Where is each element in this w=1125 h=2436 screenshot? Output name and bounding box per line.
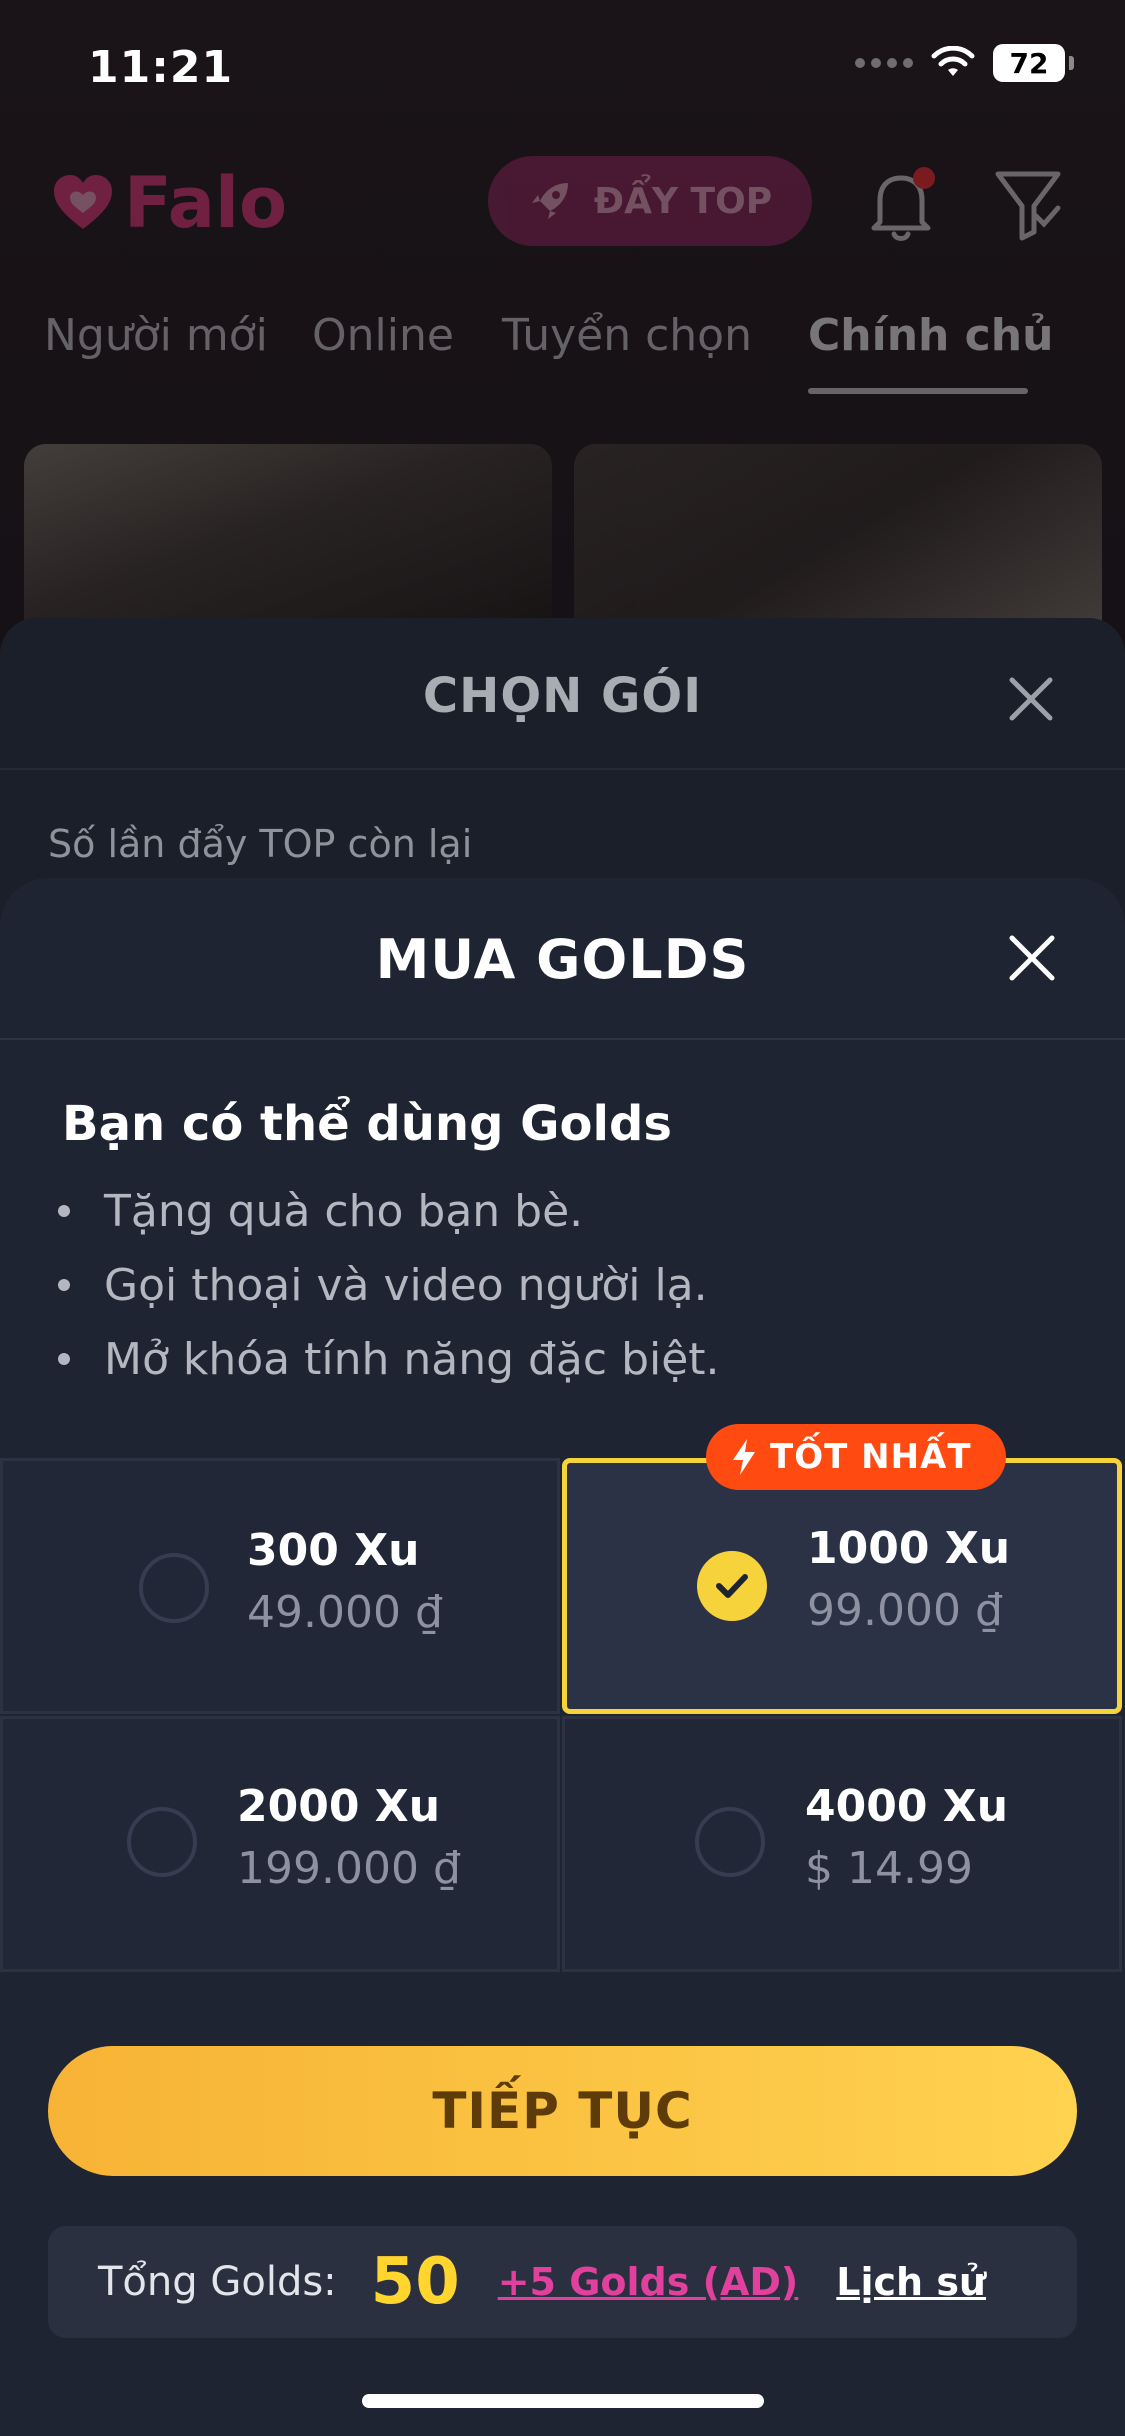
best-value-badge: TỐT NHẤT xyxy=(706,1424,1006,1490)
total-golds-value: 50 xyxy=(370,2245,460,2319)
push-top-label: ĐẨY TOP xyxy=(593,180,773,222)
profile-card-photo[interactable] xyxy=(574,444,1102,624)
heart-logo-icon xyxy=(54,175,112,229)
lightning-icon xyxy=(733,1439,755,1475)
buy-golds-sheet: MUA GOLDS Bạn có thể dùng Golds Tặng quà… xyxy=(0,878,1125,2436)
app-logo: Falo xyxy=(52,162,287,244)
radio-unchecked-icon[interactable] xyxy=(139,1553,209,1623)
package-price: 49.000 ₫ xyxy=(247,1587,443,1638)
package-price: $ 14.99 xyxy=(805,1843,973,1894)
radio-unchecked-icon[interactable] xyxy=(127,1807,197,1877)
home-indicator xyxy=(362,2394,764,2408)
total-golds-label: Tổng Golds: xyxy=(98,2259,337,2305)
tab-featured[interactable]: Tuyển chọn xyxy=(502,310,752,361)
benefit-text: Tặng quà cho bạn bè. xyxy=(104,1185,584,1237)
close-icon[interactable] xyxy=(1006,674,1056,724)
cellular-signal-icon xyxy=(855,58,913,68)
battery-icon: 72 xyxy=(993,44,1074,82)
golds-balance-bar: Tổng Golds: 50 +5 Golds (AD) Lịch sử xyxy=(48,2226,1077,2338)
bullet-icon xyxy=(58,1279,70,1291)
tab-verified[interactable]: Chính chủ xyxy=(808,310,1053,361)
package-option-2000[interactable]: 2000 Xu 199.000 ₫ xyxy=(0,1716,560,1972)
rocket-icon xyxy=(531,183,568,219)
benefits-list: Tặng quà cho bạn bè. Gọi thoại và video … xyxy=(58,1174,720,1396)
benefit-item: Mở khóa tính năng đặc biệt. xyxy=(58,1322,720,1396)
benefit-text: Mở khóa tính năng đặc biệt. xyxy=(104,1333,720,1385)
filter-icon[interactable] xyxy=(990,164,1066,244)
continue-label: TIẾP TỤC xyxy=(432,2082,693,2140)
sheet-title: MUA GOLDS xyxy=(375,928,750,991)
bullet-icon xyxy=(58,1353,70,1365)
package-amount: 4000 Xu xyxy=(805,1781,1009,1832)
divider xyxy=(0,1038,1125,1040)
push-top-button[interactable]: ĐẨY TOP xyxy=(488,156,812,246)
package-option-300[interactable]: 300 Xu 49.000 ₫ xyxy=(0,1458,560,1714)
status-time: 11:21 xyxy=(88,42,234,93)
radio-checked-icon[interactable] xyxy=(697,1551,767,1621)
sheet-title: CHỌN GÓI xyxy=(422,668,703,724)
watch-ad-link[interactable]: +5 Golds (AD) xyxy=(498,2260,799,2304)
package-price: 99.000 ₫ xyxy=(807,1585,1003,1636)
package-price: 199.000 ₫ xyxy=(237,1843,461,1894)
wifi-icon xyxy=(931,46,975,76)
checkmark-icon xyxy=(716,1574,748,1598)
benefits-title: Bạn có thể dùng Golds xyxy=(62,1096,672,1152)
package-amount: 2000 Xu xyxy=(237,1781,441,1832)
package-amount: 1000 Xu xyxy=(807,1523,1011,1574)
status-indicators: 72 xyxy=(855,44,1074,82)
package-option-4000[interactable]: 4000 Xu $ 14.99 xyxy=(562,1716,1122,1972)
package-option-1000[interactable]: 1000 Xu 99.000 ₫ xyxy=(562,1458,1122,1714)
tab-online[interactable]: Online xyxy=(312,310,454,361)
profile-cards xyxy=(0,444,1125,624)
profile-card-photo[interactable] xyxy=(24,444,552,624)
category-tabs: Người mới Online Tuyển chọn Chính chủ xyxy=(0,300,1125,400)
logo-text: Falo xyxy=(124,162,288,244)
remaining-push-label: Số lần đẩy TOP còn lại xyxy=(48,822,473,866)
benefit-item: Tặng quà cho bạn bè. xyxy=(58,1174,720,1248)
notification-bell-icon[interactable] xyxy=(866,164,936,244)
package-amount: 300 Xu xyxy=(247,1525,420,1576)
active-tab-indicator xyxy=(808,388,1028,394)
radio-unchecked-icon[interactable] xyxy=(695,1807,765,1877)
best-value-label: TỐT NHẤT xyxy=(770,1437,972,1477)
divider xyxy=(0,768,1125,770)
benefit-item: Gọi thoại và video người lạ. xyxy=(58,1248,720,1322)
status-bar: 11:21 72 xyxy=(0,0,1125,140)
bullet-icon xyxy=(58,1205,70,1217)
benefit-text: Gọi thoại và video người lạ. xyxy=(104,1259,708,1311)
app-header: Falo ĐẨY TOP xyxy=(0,150,1125,260)
tab-new-people[interactable]: Người mới xyxy=(44,310,268,361)
history-link[interactable]: Lịch sử xyxy=(836,2260,986,2304)
package-grid: 300 Xu 49.000 ₫ 1000 Xu 99.000 ₫ 2000 Xu… xyxy=(0,1424,1125,1974)
continue-button[interactable]: TIẾP TỤC xyxy=(48,2046,1077,2176)
close-icon[interactable] xyxy=(1004,930,1060,986)
